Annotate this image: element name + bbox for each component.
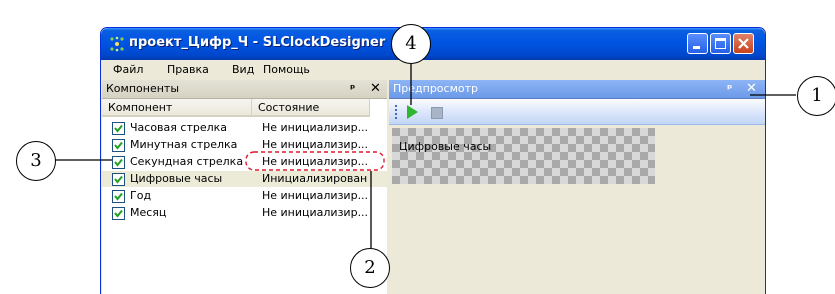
- callout-1: 1: [797, 76, 835, 116]
- callout-2: 2: [350, 248, 390, 288]
- callout-4: 4: [391, 24, 431, 64]
- callout-3: 3: [16, 141, 56, 181]
